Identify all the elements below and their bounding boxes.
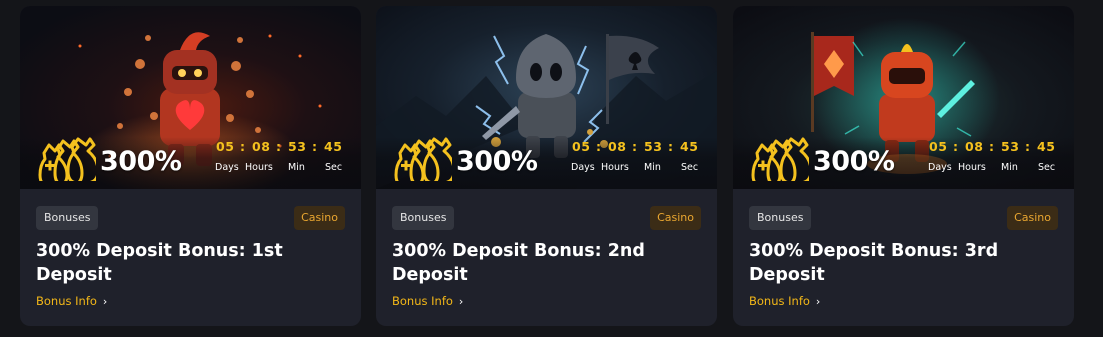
type-tag[interactable]: Casino	[650, 206, 701, 230]
countdown-timer: 05 : 08 : 53 : 45 Days Hours Min Sec	[570, 139, 702, 179]
money-bags-icon	[751, 137, 809, 181]
bonus-percent: 300%	[100, 146, 182, 177]
type-tag[interactable]: Casino	[294, 206, 345, 230]
timer-hours: 08	[965, 139, 984, 154]
timer-hours: 08	[608, 139, 627, 154]
bonus-info-link[interactable]: Bonus Info ›	[36, 294, 107, 308]
money-bags-icon	[394, 137, 452, 181]
bonus-banner[interactable]: 300% 05 : 08 : 53 : 45 Days Hours Min Se…	[733, 6, 1074, 189]
bonus-percent: 300%	[456, 146, 538, 177]
type-tag[interactable]: Casino	[1007, 206, 1058, 230]
timer-days-label: Days	[571, 162, 595, 173]
timer-separator: :	[953, 139, 958, 154]
timer-separator: :	[668, 139, 673, 154]
timer-days-label: Days	[928, 162, 952, 173]
timer-days: 05	[572, 139, 591, 154]
category-tag[interactable]: Bonuses	[749, 206, 812, 230]
timer-hours-label: Hours	[601, 162, 629, 173]
countdown-timer: 05 : 08 : 53 : 45 Days Hours Min Sec	[927, 139, 1059, 179]
timer-separator: :	[632, 139, 637, 154]
bonus-info-label: Bonus Info	[392, 294, 453, 308]
bonus-banner[interactable]: 300% 05 : 08 : 53 : 45 Days Hours Min Se…	[376, 6, 717, 189]
timer-separator: :	[1025, 139, 1030, 154]
timer-separator: :	[989, 139, 994, 154]
card-tags: Bonuses Casino	[36, 206, 345, 230]
timer-sec: 45	[324, 139, 343, 154]
timer-days: 05	[929, 139, 948, 154]
timer-separator: :	[312, 139, 317, 154]
bonus-card[interactable]: 300% 05 : 08 : 53 : 45 Days Hours Min Se…	[20, 6, 361, 326]
timer-sec-label: Sec	[681, 162, 699, 173]
timer-min-label: Min	[288, 162, 305, 173]
card-tags: Bonuses Casino	[392, 206, 701, 230]
bonus-info-label: Bonus Info	[749, 294, 810, 308]
bonus-title[interactable]: 300% Deposit Bonus: 2nd Deposit	[392, 239, 692, 287]
timer-min-label: Min	[644, 162, 661, 173]
timer-hours: 08	[252, 139, 271, 154]
timer-separator: :	[276, 139, 281, 154]
timer-min-label: Min	[1001, 162, 1018, 173]
timer-separator: :	[596, 139, 601, 154]
bonus-card-grid: 300% 05 : 08 : 53 : 45 Days Hours Min Se…	[0, 0, 1103, 337]
countdown-timer: 05 : 08 : 53 : 45 Days Hours Min Sec	[214, 139, 346, 179]
timer-sec-label: Sec	[325, 162, 343, 173]
timer-days: 05	[216, 139, 235, 154]
bonus-card[interactable]: 300% 05 : 08 : 53 : 45 Days Hours Min Se…	[376, 6, 717, 326]
timer-days-label: Days	[215, 162, 239, 173]
bonus-title[interactable]: 300% Deposit Bonus: 1st Deposit	[36, 239, 336, 287]
timer-hours-label: Hours	[245, 162, 273, 173]
chevron-right-icon: ›	[102, 295, 108, 308]
chevron-right-icon: ›	[458, 295, 464, 308]
timer-sec: 45	[680, 139, 699, 154]
timer-min: 53	[288, 139, 307, 154]
timer-sec: 45	[1037, 139, 1056, 154]
timer-separator: :	[240, 139, 245, 154]
timer-min: 53	[1001, 139, 1020, 154]
bonus-info-label: Bonus Info	[36, 294, 97, 308]
bonus-banner[interactable]: 300% 05 : 08 : 53 : 45 Days Hours Min Se…	[20, 6, 361, 189]
timer-min: 53	[644, 139, 663, 154]
timer-sec-label: Sec	[1038, 162, 1056, 173]
bonus-card[interactable]: 300% 05 : 08 : 53 : 45 Days Hours Min Se…	[733, 6, 1074, 326]
category-tag[interactable]: Bonuses	[392, 206, 455, 230]
chevron-right-icon: ›	[815, 295, 821, 308]
card-tags: Bonuses Casino	[749, 206, 1058, 230]
money-bags-icon	[38, 137, 96, 181]
bonus-info-link[interactable]: Bonus Info ›	[392, 294, 463, 308]
bonus-info-link[interactable]: Bonus Info ›	[749, 294, 820, 308]
timer-hours-label: Hours	[958, 162, 986, 173]
bonus-title[interactable]: 300% Deposit Bonus: 3rd Deposit	[749, 239, 1049, 287]
bonus-percent: 300%	[813, 146, 895, 177]
category-tag[interactable]: Bonuses	[36, 206, 99, 230]
